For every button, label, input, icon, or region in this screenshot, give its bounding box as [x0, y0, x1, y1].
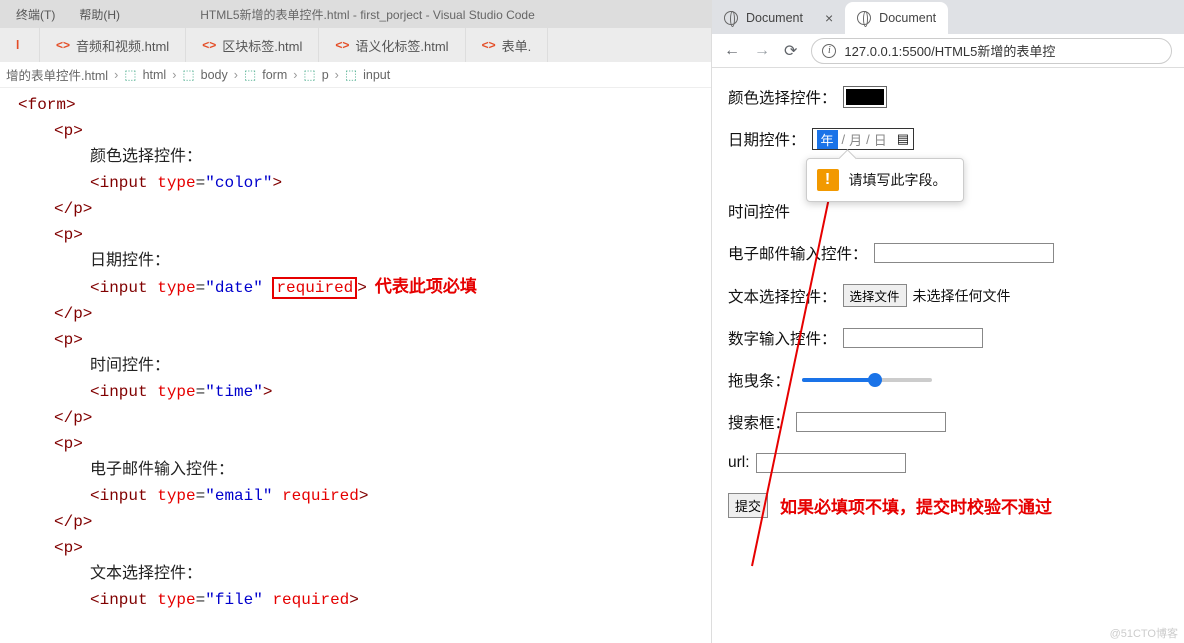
- required-highlight: required: [272, 277, 357, 299]
- tab-title: Document: [746, 11, 803, 25]
- html-icon: <>: [202, 38, 216, 52]
- vscode-titlebar: 终端(T) 帮助(H) HTML5新增的表单控件.html - first_po…: [0, 0, 711, 28]
- browser-tabs: Document × Document: [712, 0, 1184, 34]
- tooltip-text: 请填写此字段。: [849, 170, 947, 190]
- tab-title: Document: [879, 11, 936, 25]
- vscode-window: 终端(T) 帮助(H) HTML5新增的表单控件.html - first_po…: [0, 0, 712, 643]
- html-icon: <>: [335, 38, 349, 52]
- browser-tab-0[interactable]: Document ×: [712, 2, 845, 34]
- cube-icon: ⬚: [345, 67, 357, 83]
- file-label: 文本选择控件：: [728, 285, 837, 307]
- submit-button[interactable]: 提交: [728, 493, 768, 518]
- number-input[interactable]: [843, 328, 983, 348]
- editor-tab-0[interactable]: <>音频和视频.html: [40, 28, 186, 62]
- date-year-ph: 年: [817, 130, 838, 149]
- validation-tooltip: ! 请填写此字段。: [806, 158, 964, 202]
- color-label: 颜色选择控件：: [728, 86, 837, 108]
- globe-icon: [724, 11, 738, 25]
- close-icon[interactable]: ×: [825, 10, 833, 26]
- url-label: url:: [728, 454, 750, 472]
- email-input[interactable]: [874, 243, 1054, 263]
- window-title: HTML5新增的表单控件.html - first_porject - Visu…: [144, 6, 711, 23]
- cube-icon: ⬚: [244, 67, 256, 83]
- menu-help[interactable]: 帮助(H): [79, 6, 120, 23]
- html-icon: <>: [56, 38, 70, 52]
- file-status: 未选择任何文件: [913, 286, 1011, 306]
- range-label: 拖曳条：: [728, 369, 790, 391]
- date-input[interactable]: 年 /月 /日 ▤: [812, 128, 915, 150]
- globe-icon: [857, 11, 871, 25]
- back-icon[interactable]: ←: [724, 42, 740, 60]
- html-icon: l: [16, 38, 19, 52]
- address-bar[interactable]: i 127.0.0.1:5500/HTML5新增的表单控: [811, 38, 1172, 64]
- html-icon: <>: [482, 38, 496, 52]
- editor-tab-partial[interactable]: l: [0, 28, 40, 62]
- watermark: @51CTO博客: [1110, 625, 1178, 641]
- editor-tabs: l <>音频和视频.html <>区块标签.html <>语义化标签.html …: [0, 28, 711, 62]
- range-input[interactable]: [802, 378, 932, 382]
- time-label: 时间控件: [728, 200, 790, 222]
- url-text: 127.0.0.1:5500/HTML5新增的表单控: [844, 41, 1055, 60]
- browser-window: Document × Document ← → ⟳ i 127.0.0.1:55…: [712, 0, 1184, 643]
- number-label: 数字输入控件：: [728, 327, 837, 349]
- info-icon[interactable]: i: [822, 44, 836, 58]
- editor-tab-2[interactable]: <>语义化标签.html: [319, 28, 465, 62]
- reload-icon[interactable]: ⟳: [784, 41, 797, 61]
- breadcrumb[interactable]: 增的表单控件.html ›⬚html ›⬚body ›⬚form ›⬚p ›⬚i…: [0, 62, 711, 88]
- cube-icon: ⬚: [303, 67, 315, 83]
- annotation-required: 代表此项必填: [375, 277, 477, 296]
- editor-tab-1[interactable]: <>区块标签.html: [186, 28, 319, 62]
- search-label: 搜索框：: [728, 411, 790, 433]
- page-content: 颜色选择控件： 日期控件： 年 /月 /日 ▤ ! 请填写此字段。: [712, 68, 1184, 643]
- email-label: 电子邮件输入控件：: [728, 242, 868, 264]
- file-choose-button[interactable]: 选择文件: [843, 284, 907, 307]
- annotation-validation: 如果必填项不填，提交时校验不通过: [780, 493, 1052, 518]
- url-input[interactable]: [756, 453, 906, 473]
- menu-terminal[interactable]: 终端(T): [16, 6, 55, 23]
- editor-tab-3[interactable]: <>表单.: [466, 28, 549, 62]
- search-input[interactable]: [796, 412, 946, 432]
- code-editor[interactable]: <form> <p> 颜色选择控件： <input type="color"> …: [0, 88, 711, 643]
- forward-icon[interactable]: →: [754, 42, 770, 60]
- breadcrumb-file[interactable]: 增的表单控件.html: [6, 65, 108, 84]
- calendar-icon[interactable]: ▤: [897, 131, 909, 147]
- warning-icon: !: [817, 169, 839, 191]
- browser-toolbar: ← → ⟳ i 127.0.0.1:5500/HTML5新增的表单控: [712, 34, 1184, 68]
- cube-icon: ⬚: [124, 67, 136, 83]
- cube-icon: ⬚: [182, 67, 194, 83]
- browser-tab-1[interactable]: Document: [845, 2, 948, 34]
- date-label: 日期控件：: [728, 128, 806, 150]
- color-input[interactable]: [843, 86, 887, 108]
